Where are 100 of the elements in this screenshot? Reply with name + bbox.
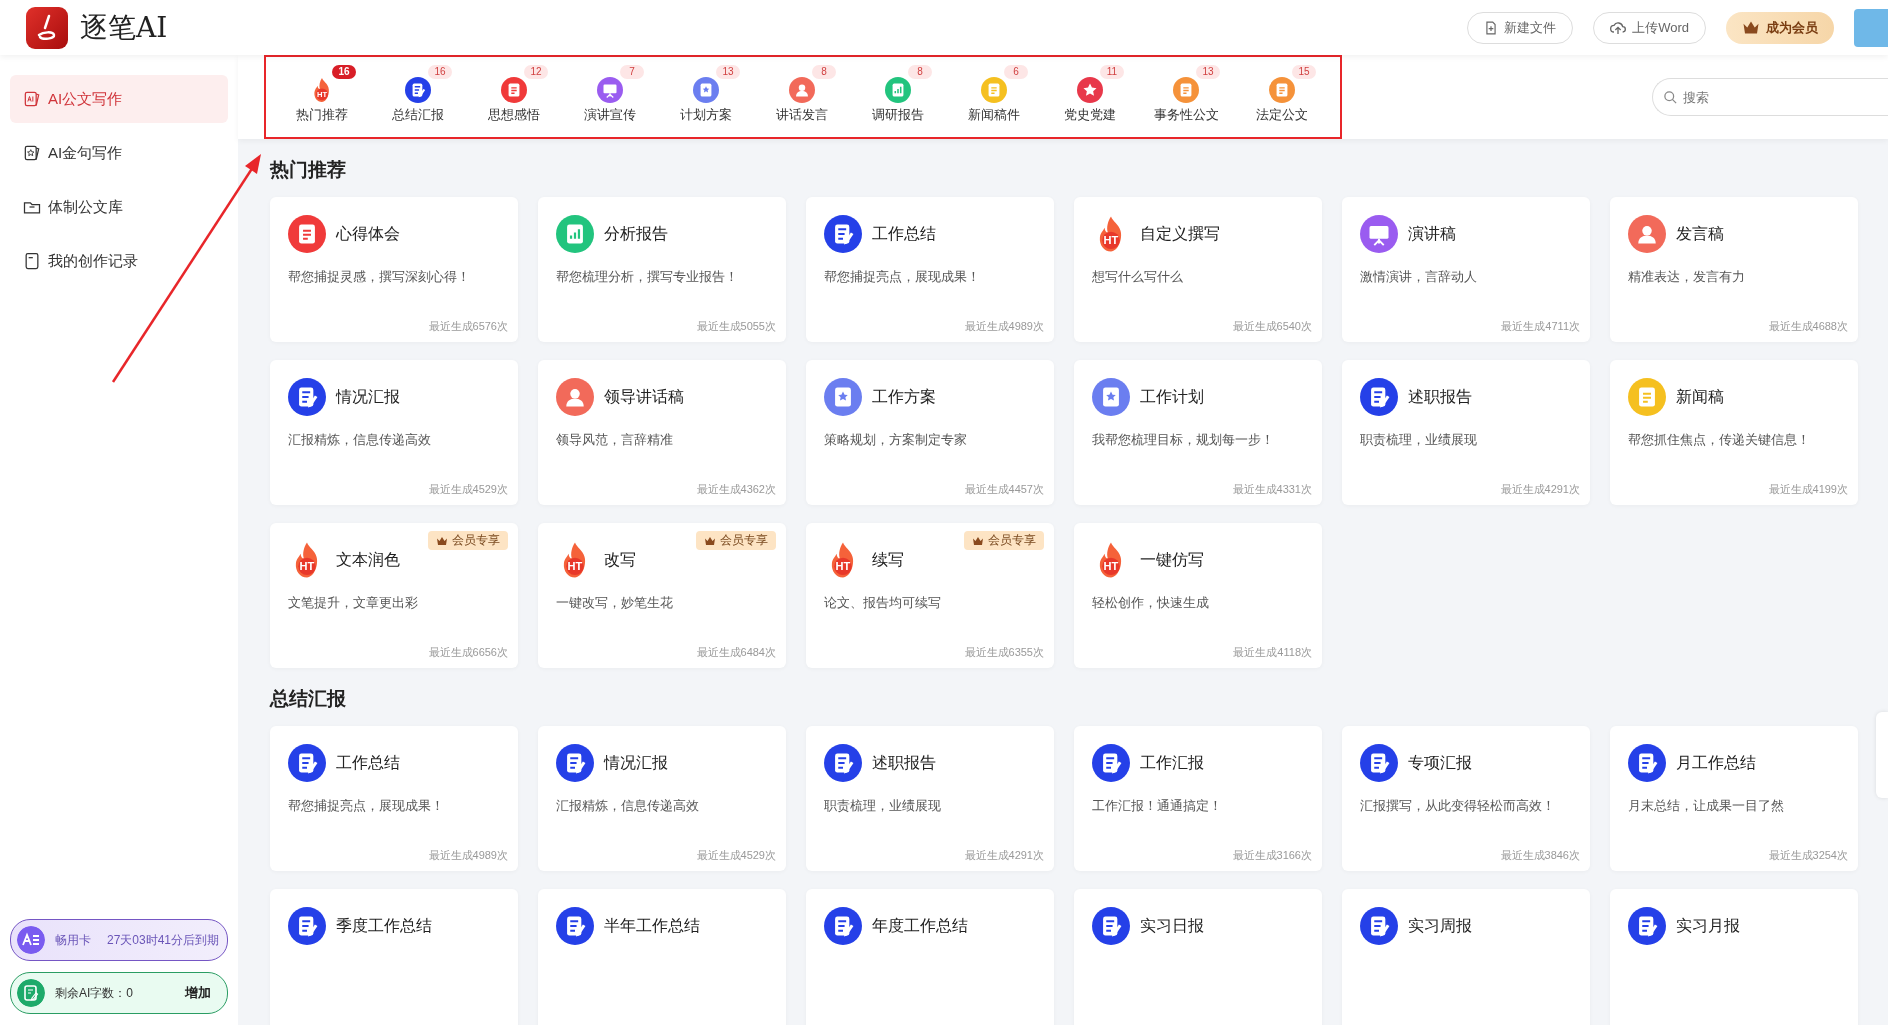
crown-icon <box>436 535 448 546</box>
card-description: 汇报精炼，信息传递高效 <box>556 797 700 815</box>
file-plus-icon <box>1484 20 1499 35</box>
star-card-icon <box>22 143 42 163</box>
search-field[interactable]: 搜索 <box>1652 78 1888 116</box>
card-title: 演讲稿 <box>1408 223 1456 244</box>
card-title: 续写 <box>872 549 904 570</box>
sidebar-item[interactable]: AI公文写作 <box>10 75 228 123</box>
card-description: 帮您抓住焦点，传递关键信息！ <box>1628 431 1811 449</box>
template-card[interactable]: 会员专享 HT 文本润色 文笔提升，文章更出彩 最近生成6656次 <box>270 523 518 668</box>
usage-count: 最近生成6576次 <box>427 319 508 334</box>
member-button[interactable]: 成为会员 <box>1726 11 1834 44</box>
template-card[interactable]: 半年工作总结 <box>538 889 786 1025</box>
card-title: 季度工作总结 <box>336 915 432 936</box>
usage-count: 最近生成3846次 <box>1499 848 1580 863</box>
card-title: 实习周报 <box>1408 915 1472 936</box>
template-card[interactable]: 年度工作总结 <box>806 889 1054 1025</box>
template-card[interactable]: 工作方案 策略规划，方案制定专家 最近生成4457次 <box>806 360 1054 505</box>
brand-name: 逐笔AI <box>80 9 168 46</box>
usage-count: 最近生成4291次 <box>963 848 1044 863</box>
sidebar-item[interactable]: 我的创作记录 <box>10 237 228 285</box>
card-description: 激情演讲，言辞动人 <box>1360 268 1478 286</box>
usage-count: 最近生成4362次 <box>695 482 776 497</box>
template-card[interactable]: 实习周报 <box>1342 889 1590 1025</box>
card-title: 文本润色 <box>336 549 400 570</box>
card-title: 分析报告 <box>604 223 668 244</box>
template-card[interactable]: 实习月报 <box>1610 889 1858 1025</box>
card-description: 月末总结，让成果一目了然 <box>1628 797 1785 815</box>
note-pen-icon <box>17 979 45 1007</box>
usage-count: 最近生成4331次 <box>1231 482 1312 497</box>
usage-count: 最近生成4989次 <box>427 848 508 863</box>
card-description: 轻松创作，快速生成 <box>1092 594 1210 612</box>
template-card[interactable]: 工作总结 帮您捕捉亮点，展现成果！ 最近生成4989次 <box>806 197 1054 342</box>
usage-count: 最近生成6484次 <box>695 645 776 660</box>
card-title: 述职报告 <box>872 752 936 773</box>
usage-count: 最近生成6656次 <box>427 645 508 660</box>
new-file-button[interactable]: 新建文件 <box>1467 11 1574 44</box>
card-title: 半年工作总结 <box>604 915 700 936</box>
usage-count: 最近生成6540次 <box>1231 319 1312 334</box>
template-card[interactable]: 实习日报 <box>1074 889 1322 1025</box>
usage-count: 最近生成4989次 <box>963 319 1044 334</box>
template-card[interactable]: 情况汇报 汇报精炼，信息传递高效 最近生成4529次 <box>270 360 518 505</box>
template-card[interactable]: 工作计划 我帮您梳理目标，规划每一步！ 最近生成4331次 <box>1074 360 1322 505</box>
card-description: 论文、报告均可续写 <box>824 594 942 612</box>
badge-text: 会员专享 <box>720 532 768 549</box>
template-card[interactable]: 会员专享 HT 改写 一键改写，妙笔生花 最近生成6484次 <box>538 523 786 668</box>
card-title: 工作方案 <box>872 386 936 407</box>
upload-button[interactable]: 上传Word <box>1593 11 1706 44</box>
template-card[interactable]: 工作汇报 工作汇报！通通搞定！ 最近生成3166次 <box>1074 726 1322 871</box>
usage-count: 最近生成4457次 <box>963 482 1044 497</box>
card-title: 工作计划 <box>1140 386 1204 407</box>
template-card[interactable]: 会员专享 HT 续写 论文、报告均可续写 最近生成6355次 <box>806 523 1054 668</box>
template-card[interactable]: 述职报告 职责梳理，业绩展现 最近生成4291次 <box>1342 360 1590 505</box>
template-card[interactable]: 工作总结 帮您捕捉亮点，展现成果！ 最近生成4989次 <box>270 726 518 871</box>
usage-count: 最近生成4291次 <box>1499 482 1580 497</box>
crown-icon <box>972 535 984 546</box>
avatar[interactable] <box>1854 8 1888 47</box>
template-card[interactable]: 心得体会 帮您捕捉灵感，撰写深刻心得！ 最近生成6576次 <box>270 197 518 342</box>
card-description: 策略规划，方案制定专家 <box>824 431 968 449</box>
card-title: 工作总结 <box>336 752 400 773</box>
usage-count: 最近生成3166次 <box>1231 848 1312 863</box>
template-card[interactable]: HT 自定义撰写 想写什么写什么 最近生成6540次 <box>1074 197 1322 342</box>
card-title: 专项汇报 <box>1408 752 1472 773</box>
template-card[interactable]: 演讲稿 激情演讲，言辞动人 最近生成4711次 <box>1342 197 1590 342</box>
usage-count: 最近生成4529次 <box>427 482 508 497</box>
card-icon <box>17 926 45 954</box>
card-title: 实习月报 <box>1676 915 1740 936</box>
template-card[interactable]: 发言稿 精准表达，发言有力 最近生成4688次 <box>1610 197 1858 342</box>
count-badge: 12 <box>524 65 548 79</box>
template-card[interactable]: HT 一键仿写 轻松创作，快速生成 最近生成4118次 <box>1074 523 1322 668</box>
template-card[interactable]: 季度工作总结 <box>270 889 518 1025</box>
section-title: 总结汇报 <box>270 687 347 711</box>
card-description: 帮您捕捉灵感，撰写深刻心得！ <box>288 268 471 286</box>
template-card[interactable]: 专项汇报 汇报撰写，从此变得轻松而高效！ 最近生成3846次 <box>1342 726 1590 871</box>
card-title: 自定义撰写 <box>1140 223 1220 244</box>
card-title: 一键仿写 <box>1140 549 1204 570</box>
crown-icon <box>704 535 716 546</box>
card-title: 情况汇报 <box>336 386 400 407</box>
usage-count: 最近生成4118次 <box>1232 645 1312 660</box>
section-title: 热门推荐 <box>270 158 347 182</box>
template-card[interactable]: 新闻稿 帮您抓住焦点，传递关键信息！ 最近生成4199次 <box>1610 360 1858 505</box>
count-badge: 16 <box>332 65 356 79</box>
template-card[interactable]: 情况汇报 汇报精炼，信息传递高效 最近生成4529次 <box>538 726 786 871</box>
count-badge: 11 <box>1100 65 1124 79</box>
template-card[interactable]: 分析报告 帮您梳理分析，撰写专业报告！ 最近生成5055次 <box>538 197 786 342</box>
template-card[interactable]: 月工作总结 月末总结，让成果一目了然 最近生成3254次 <box>1610 726 1858 871</box>
quota-text: 剩余AI字数：0 <box>55 984 133 1002</box>
ai-card-icon <box>22 89 42 109</box>
template-card[interactable]: 述职报告 职责梳理，业绩展现 最近生成4291次 <box>806 726 1054 871</box>
card-title: 述职报告 <box>1408 386 1472 407</box>
sidebar-item[interactable]: AI金句写作 <box>10 129 228 177</box>
add-button[interactable]: 增加 <box>177 984 219 1002</box>
cloud-upload-icon <box>1610 20 1627 35</box>
template-card[interactable]: 领导讲话稿 领导风范，言辞精准 最近生成4362次 <box>538 360 786 505</box>
usage-count: 最近生成3254次 <box>1767 848 1848 863</box>
sidebar-item[interactable]: 体制公文库 <box>10 183 228 231</box>
count-badge: 13 <box>1196 65 1220 79</box>
expiry-text: 27天03时41分后到期 <box>106 931 219 949</box>
usage-count: 最近生成6355次 <box>963 645 1044 660</box>
card-description: 想写什么写什么 <box>1092 268 1184 286</box>
